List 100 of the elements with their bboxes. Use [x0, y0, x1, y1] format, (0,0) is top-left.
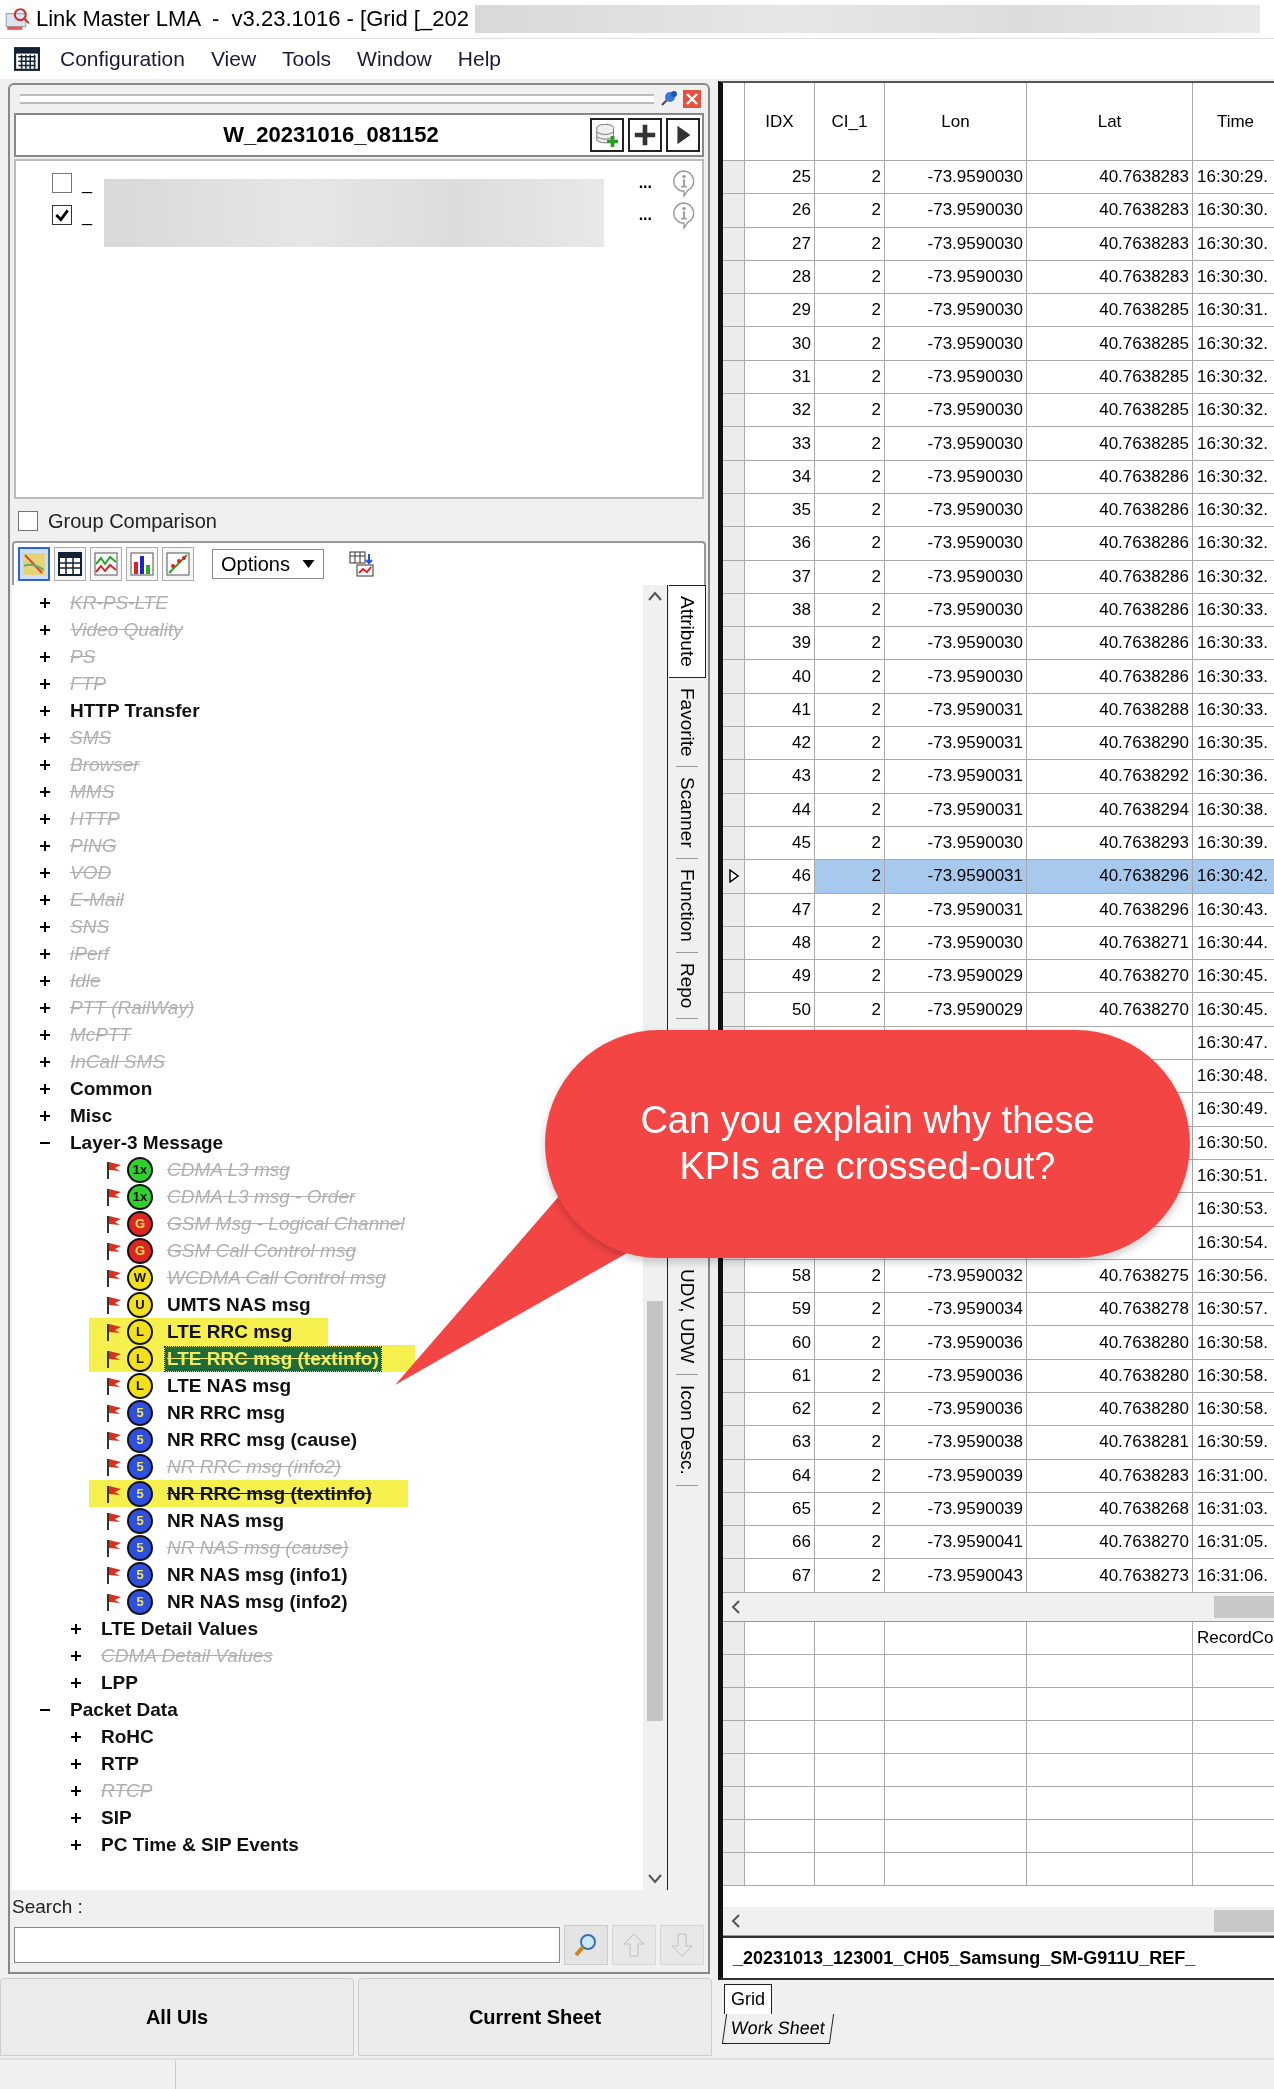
table-cell: -73.9590031 — [885, 860, 1027, 894]
table-cell: 2 — [815, 893, 885, 927]
table-cell: 49 — [745, 960, 815, 994]
table-cell: 48 — [745, 926, 815, 961]
table-cell: 16:30:51. — [1193, 1159, 1274, 1194]
table-cell: 38 — [745, 593, 815, 628]
table-cell: 16:30:53. — [1193, 1193, 1274, 1227]
table-cell: 2 — [815, 161, 885, 195]
network-badge: L — [127, 1318, 153, 1345]
network-badge: 1x — [127, 1183, 153, 1210]
table-cell: 40 — [745, 660, 815, 694]
table-cell: 16:31:03. — [1193, 1492, 1274, 1527]
table-cell: 40.7638286 — [1027, 460, 1193, 494]
table-cell: 2 — [815, 793, 885, 827]
table-cell: 2 — [815, 560, 885, 594]
network-badge: L — [127, 1345, 153, 1372]
table-cell: 2 — [815, 327, 885, 361]
table-cell: -73.9590034 — [885, 1293, 1027, 1327]
table-cell: 40.7638280 — [1027, 1393, 1193, 1427]
table-cell: 40.7638275 — [1027, 1259, 1193, 1294]
table-cell: 16:30:54. — [1193, 1226, 1274, 1260]
table-cell: -73.9590043 — [885, 1559, 1027, 1593]
table-cell: -73.9590039 — [885, 1492, 1027, 1527]
table-cell: 16:31:00. — [1193, 1459, 1274, 1493]
table-cell: 40.7638290 — [1027, 727, 1193, 761]
table-cell: 47 — [745, 893, 815, 927]
table-cell: 35 — [745, 493, 815, 528]
table-cell: 37 — [745, 560, 815, 594]
file-name: _ — [82, 204, 92, 226]
table-cell: 16:30:32. — [1193, 427, 1274, 461]
table-cell: 58 — [745, 1259, 815, 1294]
table-cell: 2 — [815, 527, 885, 561]
table-cell: 2 — [815, 1492, 885, 1527]
table-cell: -73.9590030 — [885, 427, 1027, 461]
table-cell: 42 — [745, 727, 815, 761]
table-cell: 2 — [815, 360, 885, 395]
table-cell: 2 — [815, 627, 885, 661]
table-cell: 40.7638273 — [1027, 1559, 1193, 1593]
table-cell: 16:30:35. — [1193, 727, 1274, 761]
window-title: Link Master LMA - v3.23.1016 - [Grid [_202 — [36, 6, 469, 32]
network-badge: 5 — [127, 1507, 153, 1534]
table-cell: 16:31:05. — [1193, 1526, 1274, 1560]
table-cell: 16:30:33. — [1193, 593, 1274, 628]
network-badge: W — [127, 1264, 153, 1291]
table-cell: 40.7638270 — [1027, 960, 1193, 994]
network-badge: 5 — [127, 1426, 153, 1453]
table-cell: 27 — [745, 227, 815, 261]
table-cell: -73.9590030 — [885, 660, 1027, 694]
table-cell: 40.7638283 — [1027, 227, 1193, 261]
table-cell: 2 — [815, 260, 885, 295]
table-cell: 67 — [745, 1559, 815, 1593]
network-badge: 1x — [127, 1156, 153, 1183]
table-cell: 16:30:30. — [1193, 227, 1274, 261]
table-cell: 40.7638292 — [1027, 760, 1193, 794]
table-cell: 60 — [745, 1326, 815, 1360]
table-cell: -73.9590030 — [885, 394, 1027, 428]
table-cell: -73.9590030 — [885, 926, 1027, 961]
table-cell: 2 — [815, 860, 885, 894]
table-cell: 16:30:30. — [1193, 194, 1274, 228]
table-cell: -73.9590030 — [885, 527, 1027, 561]
table-cell: -73.9590030 — [885, 627, 1027, 661]
network-badge: U — [127, 1291, 153, 1318]
table-cell: 32 — [745, 394, 815, 428]
table-cell: 62 — [745, 1393, 815, 1427]
table-cell: 40.7638285 — [1027, 394, 1193, 428]
table-cell: 40.7638283 — [1027, 260, 1193, 295]
table-cell: 2 — [815, 1359, 885, 1393]
table-cell: 2 — [815, 1326, 885, 1360]
table-cell: 40.7638270 — [1027, 993, 1193, 1027]
table-cell: 40.7638285 — [1027, 327, 1193, 361]
table-cell: 16:30:58. — [1193, 1326, 1274, 1360]
table-cell: -73.9590030 — [885, 161, 1027, 195]
table-cell: 16:30:36. — [1193, 760, 1274, 794]
table-cell: 16:30:58. — [1193, 1359, 1274, 1393]
table-cell: -73.9590038 — [885, 1426, 1027, 1460]
table-cell: 40.7638286 — [1027, 560, 1193, 594]
table-cell: 16:30:50. — [1193, 1126, 1274, 1160]
table-cell: -73.9590031 — [885, 760, 1027, 794]
table-cell: 45 — [745, 826, 815, 861]
table-cell: -73.9590036 — [885, 1326, 1027, 1360]
workspace-name: W_20231016_081152 — [222, 122, 440, 148]
table-cell: 2 — [815, 460, 885, 494]
table-cell: 16:30:44. — [1193, 926, 1274, 961]
table-cell: 16:30:42. — [1193, 860, 1274, 894]
table-cell: 16:30:32. — [1193, 527, 1274, 561]
table-cell: 2 — [815, 1559, 885, 1593]
table-cell: 30 — [745, 327, 815, 361]
table-cell: 25 — [745, 161, 815, 195]
table-cell: 40.7638286 — [1027, 627, 1193, 661]
table-cell: 16:30:32. — [1193, 394, 1274, 428]
table-cell: 2 — [815, 693, 885, 728]
table-cell: 2 — [815, 294, 885, 328]
table-cell: 39 — [745, 627, 815, 661]
table-cell: 16:30:45. — [1193, 960, 1274, 994]
table-cell: -73.9590031 — [885, 793, 1027, 827]
table-cell: 31 — [745, 360, 815, 395]
table-cell: 64 — [745, 1459, 815, 1493]
table-cell: 16:30:29. — [1193, 161, 1274, 195]
table-cell: 16:30:32. — [1193, 327, 1274, 361]
table-cell: 2 — [815, 394, 885, 428]
